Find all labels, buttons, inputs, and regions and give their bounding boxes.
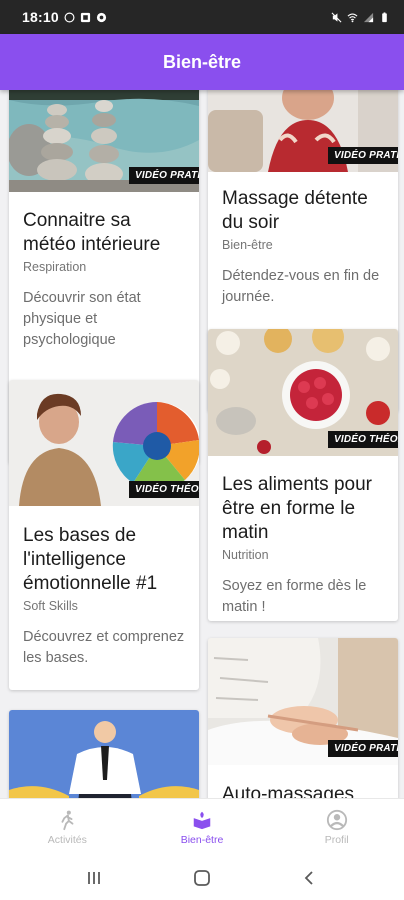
battery-icon (382, 11, 387, 22)
wellbeing-icon (193, 811, 211, 830)
activity-card[interactable] (9, 710, 199, 798)
nav-item-profil[interactable]: Profil (269, 799, 404, 856)
activity-card[interactable]: VIDÉO THÉORIQUE Les bases de l'intellige… (9, 380, 199, 690)
whatsapp-icon (64, 12, 75, 22)
signal-icon (363, 12, 374, 22)
card-thumbnail: VIDÉO PRATIQUE (9, 90, 199, 192)
system-navigation-bar (0, 856, 404, 900)
card-category: Bien-être (222, 238, 273, 252)
home-icon[interactable] (192, 868, 212, 888)
nav-item-activites[interactable]: Activités (0, 799, 135, 856)
video-type-badge: VIDÉO THÉORIQUE (129, 481, 199, 498)
card-description: Détendez-vous en fin de journée. (222, 268, 380, 305)
chat-notification-icon (96, 12, 106, 22)
card-title: Massage détente du soir (222, 188, 368, 233)
card-thumbnail: VIDÉO THÉORIQUE (208, 329, 398, 456)
mute-icon (331, 12, 342, 22)
activity-card[interactable]: VIDÉO THÉORIQUE Les aliments pour être e… (208, 329, 398, 621)
video-type-badge: VIDÉO PRATIQUE (328, 147, 398, 164)
card-thumbnail: VIDÉO PRATIQUE (208, 90, 398, 172)
activity-grid[interactable]: VIDÉO PRATIQUE Connaitre sa météo intéri… (0, 90, 404, 798)
nav-label: Bien-être (180, 834, 224, 846)
app-bar: Bien-être (0, 34, 404, 90)
card-thumbnail: VIDÉO PRATIQUE (208, 638, 398, 765)
card-description: Soyez en forme dès le matin ! (222, 578, 367, 615)
page-title: Bien-être (162, 51, 242, 72)
nav-item-bien-etre[interactable]: Bien-être (135, 799, 270, 856)
status-time: 18:10 (22, 9, 59, 25)
card-category: Nutrition (222, 548, 269, 562)
nav-label: Activités (47, 834, 87, 846)
card-thumbnail (9, 710, 199, 798)
card-category: Respiration (23, 260, 87, 274)
video-type-badge: VIDÉO PRATIQUE (328, 740, 398, 757)
card-title: Les aliments pour être en forme le matin (222, 474, 372, 543)
card-category: Soft Skills (23, 599, 78, 613)
card-description: Découvrez et comprenez les bases. (23, 629, 185, 666)
card-title: Auto-massages (222, 784, 355, 798)
card-title: Connaitre sa météo intérieure (23, 210, 161, 255)
bottom-navigation: Activités Bien-être Profil (0, 798, 404, 856)
businessman-illustration-image (9, 710, 199, 798)
card-title: Les bases de l'intelligence émotionnelle… (23, 525, 158, 594)
recent-apps-icon[interactable] (84, 868, 104, 888)
card-thumbnail: VIDÉO THÉORIQUE (9, 380, 199, 506)
status-bar: 18:10 (0, 0, 404, 34)
nav-label: Profil (324, 834, 349, 846)
video-type-badge: VIDÉO PRATIQUE (129, 167, 199, 184)
card-description: Découvrir son état physique et psycholog… (23, 290, 141, 348)
profile-icon (326, 809, 347, 831)
video-type-badge: VIDÉO THÉORIQUE (328, 431, 398, 448)
app-notification-icon (80, 12, 90, 22)
activity-card[interactable]: VIDÉO PRATIQUE Auto-massages (208, 638, 398, 798)
back-icon[interactable] (300, 868, 320, 888)
runner-icon (61, 810, 74, 831)
wifi-icon (347, 13, 358, 22)
